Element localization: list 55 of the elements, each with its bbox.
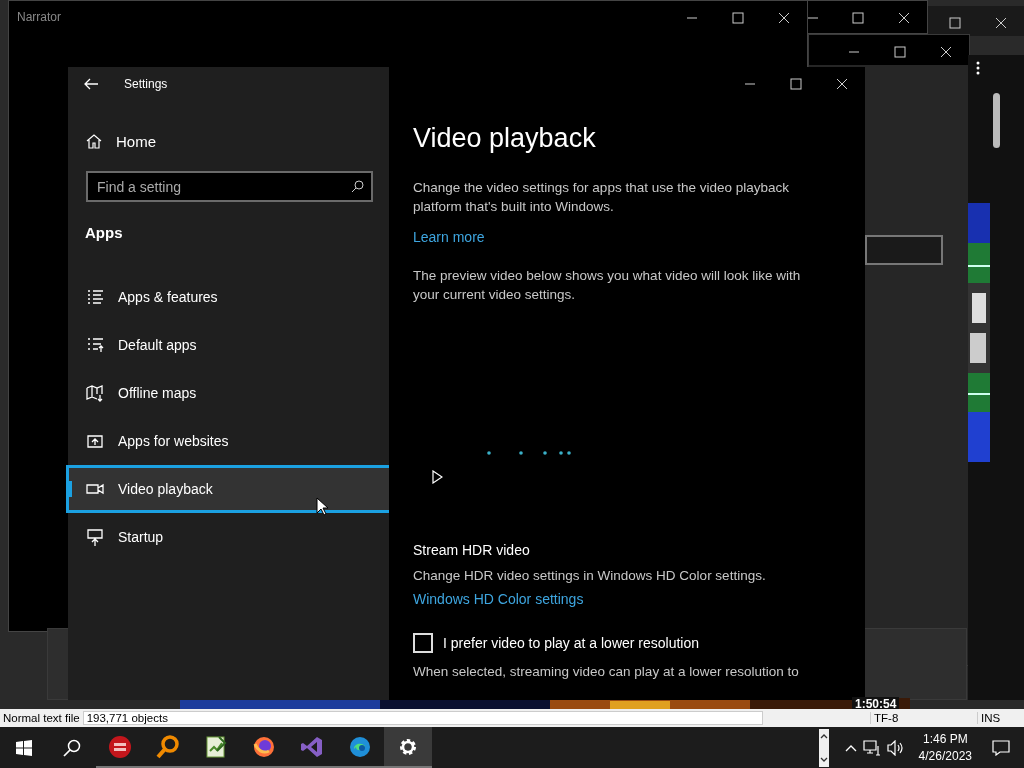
sidebar-item[interactable]: Offline maps xyxy=(68,369,389,417)
window-title: Settings xyxy=(124,77,168,91)
hd-color-settings-link[interactable]: Windows HD Color settings xyxy=(413,591,584,607)
wave-globe-icon xyxy=(348,734,372,759)
section-heading: Stream HDR video xyxy=(413,542,531,558)
notification-icon[interactable] xyxy=(992,739,1010,756)
status-text: INS xyxy=(977,712,1024,724)
volume-icon[interactable] xyxy=(886,739,905,756)
sidebar-item[interactable]: Apps for websites xyxy=(68,417,389,465)
cursor-icon xyxy=(316,497,328,516)
video-time: 1:50:54 xyxy=(852,697,900,709)
play-icon[interactable] xyxy=(432,470,443,484)
upload-box-icon xyxy=(86,432,104,450)
status-text: TF-8 xyxy=(870,712,977,724)
map-icon xyxy=(86,384,104,402)
clock-date[interactable]: 4/26/2023 xyxy=(918,747,972,765)
chevron-up-icon[interactable] xyxy=(844,743,857,752)
section-heading: Apps xyxy=(85,224,124,241)
status-text: Normal text file xyxy=(2,712,81,724)
list-icon xyxy=(86,288,104,306)
scrollbar-thumb[interactable] xyxy=(993,93,1000,148)
home-icon xyxy=(86,133,102,149)
description-text: Change HDR video settings in Windows HD Color settings. xyxy=(413,567,767,585)
notepad-icon xyxy=(204,734,228,759)
description-text: The preview video below shows you what video will look like with your current video settings. xyxy=(413,267,802,304)
more-icon[interactable] xyxy=(976,61,980,75)
search-icon xyxy=(351,180,364,193)
striped-circle-icon xyxy=(108,734,132,759)
taskbar-app-button[interactable] xyxy=(384,727,432,768)
sidebar-item[interactable]: Apps & features xyxy=(68,273,389,321)
search-icon xyxy=(63,738,81,757)
infinity-logo-icon xyxy=(300,734,324,759)
clock-time[interactable]: 1:46 PM xyxy=(922,730,968,748)
checkbox[interactable] xyxy=(413,633,433,653)
checkbox-label[interactable]: I prefer video to play at a lower resolution xyxy=(443,635,700,651)
magnifier-icon xyxy=(156,734,180,759)
fox-globe-icon xyxy=(252,734,276,759)
list-arrow-icon xyxy=(86,336,104,354)
page-title: Video playback xyxy=(413,123,597,154)
monitor-arrow-icon xyxy=(86,528,104,546)
sidebar-item[interactable]: Video playback xyxy=(66,465,392,513)
scroll-arrows-icon[interactable] xyxy=(818,728,829,767)
home-link[interactable]: Home xyxy=(86,123,389,159)
description-text: When selected, streaming video can play at a lower resolution to xyxy=(413,663,800,681)
sidebar-item[interactable]: Default apps xyxy=(68,321,389,369)
learn-more-link[interactable]: Learn more xyxy=(413,229,485,245)
input-field[interactable] xyxy=(865,235,943,265)
window-title: Narrator xyxy=(17,10,61,24)
network-icon[interactable] xyxy=(862,739,881,756)
sidebar-item[interactable]: Startup xyxy=(68,513,389,561)
description-text: Change the video settings for apps that use the video playback platform that's built into Windows. xyxy=(413,179,790,216)
back-icon[interactable] xyxy=(84,78,98,90)
search-field[interactable]: Find a setting xyxy=(86,171,373,202)
status-text: 193,771 objects xyxy=(82,711,763,725)
windows-logo-icon xyxy=(16,739,32,756)
